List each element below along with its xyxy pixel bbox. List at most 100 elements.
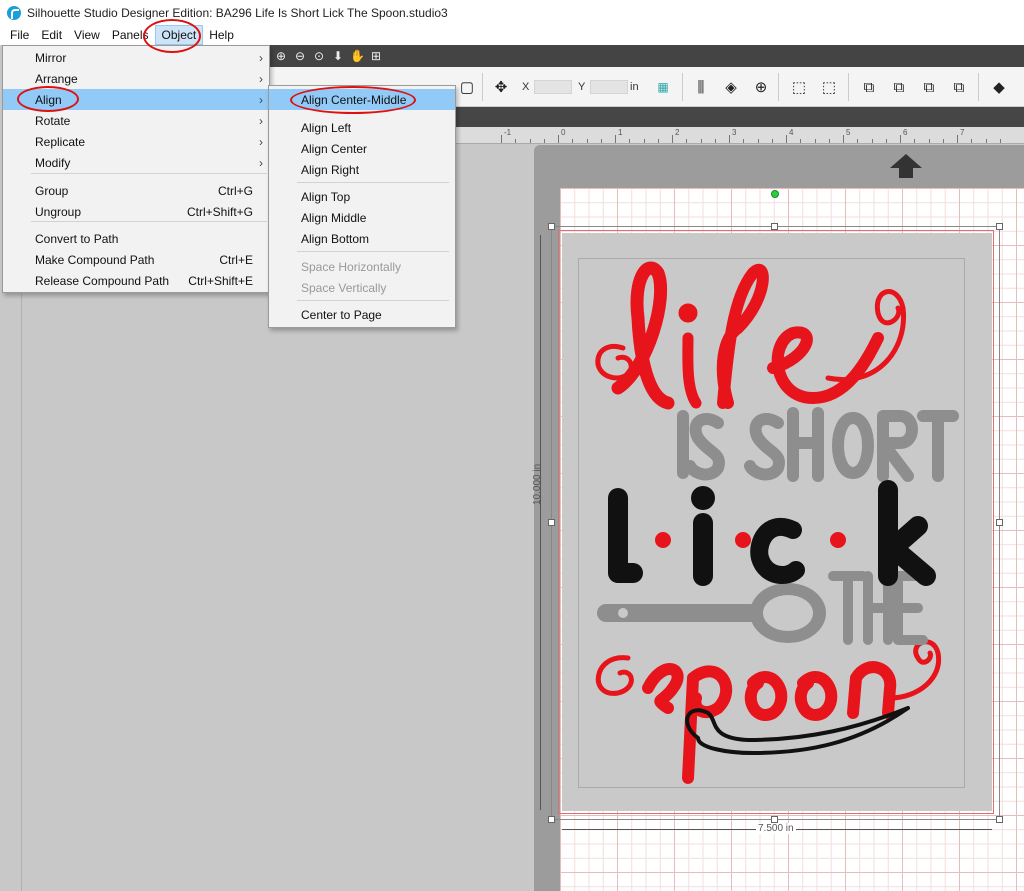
submenu-arrow-icon: › xyxy=(259,155,263,170)
resize-handle[interactable] xyxy=(996,223,1003,230)
move-down-icon[interactable]: ⬇ xyxy=(331,49,345,63)
selection-box xyxy=(551,226,1000,820)
object-menu-item[interactable]: Mirror › xyxy=(3,47,269,68)
align-menu-item[interactable]: Align Center xyxy=(269,138,455,159)
ruler-label: 6 xyxy=(903,128,908,137)
object-menu-item[interactable]: Make Compound Path Ctrl+E xyxy=(3,249,269,270)
align-menu-item[interactable]: Align Middle xyxy=(269,207,455,228)
ruler-minor-tick xyxy=(714,139,716,143)
resize-handle[interactable] xyxy=(548,519,555,526)
group-icon[interactable]: ⬚ xyxy=(788,76,810,98)
height-dimension-line xyxy=(540,235,542,810)
menu-item-label: Arrange xyxy=(35,71,78,86)
send-back-icon[interactable]: ⧉ xyxy=(888,76,910,98)
align-menu-item[interactable]: Align Bottom xyxy=(269,228,455,249)
toolbar-divider xyxy=(482,73,483,101)
zoom-select-icon[interactable]: ⊙ xyxy=(312,49,326,63)
menu-item-shortcut: Ctrl+Shift+E xyxy=(188,273,253,288)
align-menu-item[interactable]: Align Left xyxy=(269,117,455,138)
zoom-in-icon[interactable]: ⊕ xyxy=(274,49,288,63)
object-menu-item[interactable]: Convert to Path xyxy=(3,228,269,249)
silhouette-logo-icon xyxy=(7,5,21,20)
y-label: Y xyxy=(578,81,586,93)
resize-handle[interactable] xyxy=(548,223,555,230)
fit-page-icon[interactable]: ⊞ xyxy=(369,49,383,63)
submenu-arrow-icon: › xyxy=(259,134,263,149)
object-menu-item[interactable]: Ungroup Ctrl+Shift+G xyxy=(3,201,269,222)
ruler-minor-tick xyxy=(629,139,631,143)
toolbar-divider xyxy=(778,73,779,101)
menu-item-label: Make Compound Path xyxy=(35,252,155,267)
move-icon[interactable]: ✥ xyxy=(490,76,512,98)
zoom-out-icon[interactable]: ⊖ xyxy=(293,49,307,63)
window-title: Silhouette Studio Designer Edition: BA29… xyxy=(27,5,448,20)
menu-separator xyxy=(297,251,449,252)
y-field[interactable] xyxy=(590,80,628,94)
resize-handle[interactable] xyxy=(771,816,778,823)
submenu-arrow-icon: › xyxy=(259,50,263,65)
bring-front-icon[interactable]: ⧉ xyxy=(858,76,880,98)
lock-icon[interactable]: ▢ xyxy=(456,76,478,98)
align-menu-item[interactable]: Align Top xyxy=(269,186,455,207)
object-menu: Mirror › Arrange › Align › Rotate › Replicate › Mo… xyxy=(2,45,270,293)
ruler-tick xyxy=(615,135,616,143)
resize-handle[interactable] xyxy=(996,519,1003,526)
ruler-label: 1 xyxy=(618,128,623,137)
ruler-minor-tick xyxy=(743,139,745,143)
object-menu-item[interactable]: Replicate › xyxy=(3,131,269,152)
grid-snap-icon[interactable]: ▦ xyxy=(652,76,674,98)
menu-separator xyxy=(31,221,267,222)
align-menu-item[interactable]: Center to Page xyxy=(269,304,455,325)
toolbar-divider xyxy=(978,73,979,101)
fill-icon[interactable]: ◆ xyxy=(988,76,1010,98)
ruler-tick xyxy=(558,135,559,143)
menu-item-label: Align Right xyxy=(301,162,360,177)
ruler-label: 7 xyxy=(960,128,965,137)
menu-item-label: Align Bottom xyxy=(301,231,370,246)
ruler-tick xyxy=(957,135,958,143)
ruler-minor-tick xyxy=(686,139,688,143)
toolbar-divider xyxy=(682,73,683,101)
object-menu-item[interactable]: Release Compound Path Ctrl+Shift+E xyxy=(3,270,269,291)
view-toolbar: ⊕ ⊖ ⊙ ⬇ ✋ ⊞ xyxy=(270,45,1024,67)
object-menu-item[interactable]: Rotate › xyxy=(3,110,269,131)
ruler-minor-tick xyxy=(942,139,944,143)
ruler-minor-tick xyxy=(800,139,802,143)
menu-separator xyxy=(31,173,267,174)
ruler-label: 5 xyxy=(846,128,851,137)
backward-icon[interactable]: ⧉ xyxy=(948,76,970,98)
x-field[interactable] xyxy=(534,80,572,94)
ruler-minor-tick xyxy=(700,139,702,143)
ruler-minor-tick xyxy=(857,139,859,143)
pan-hand-icon[interactable]: ✋ xyxy=(350,49,365,63)
align-center-icon[interactable]: ◈ xyxy=(720,76,742,98)
object-menu-item[interactable]: Group Ctrl+G xyxy=(3,180,269,201)
center-icon[interactable]: ⊕ xyxy=(750,76,772,98)
resize-handle[interactable] xyxy=(771,223,778,230)
resize-handle[interactable] xyxy=(996,816,1003,823)
align-icon[interactable]: ⫼ xyxy=(690,76,712,98)
menu-view[interactable]: View xyxy=(68,26,106,44)
ungroup-icon[interactable]: ⬚ xyxy=(818,76,840,98)
rotate-handle[interactable] xyxy=(771,190,779,198)
menu-file[interactable]: File xyxy=(4,26,35,44)
ruler-minor-tick xyxy=(771,139,773,143)
menu-item-label: Replicate xyxy=(35,134,86,149)
ruler-minor-tick xyxy=(971,139,973,143)
submenu-arrow-icon: › xyxy=(259,113,263,128)
ruler-minor-tick xyxy=(572,139,574,143)
align-menu-item[interactable]: Align Right xyxy=(269,159,455,180)
resize-handle[interactable] xyxy=(548,816,555,823)
ruler-tick xyxy=(729,135,730,143)
highlight-center-middle xyxy=(290,86,416,114)
ruler-minor-tick xyxy=(529,139,531,143)
highlight-object-menu xyxy=(143,19,201,53)
menu-help[interactable]: Help xyxy=(203,26,240,44)
ruler-minor-tick xyxy=(515,139,517,143)
forward-icon[interactable]: ⧉ xyxy=(918,76,940,98)
ruler-label: 4 xyxy=(789,128,794,137)
menu-item-label: Group xyxy=(35,183,69,198)
menu-item-label: Modify xyxy=(35,155,71,170)
menu-edit[interactable]: Edit xyxy=(35,26,68,44)
object-menu-item[interactable]: Modify › xyxy=(3,152,269,173)
